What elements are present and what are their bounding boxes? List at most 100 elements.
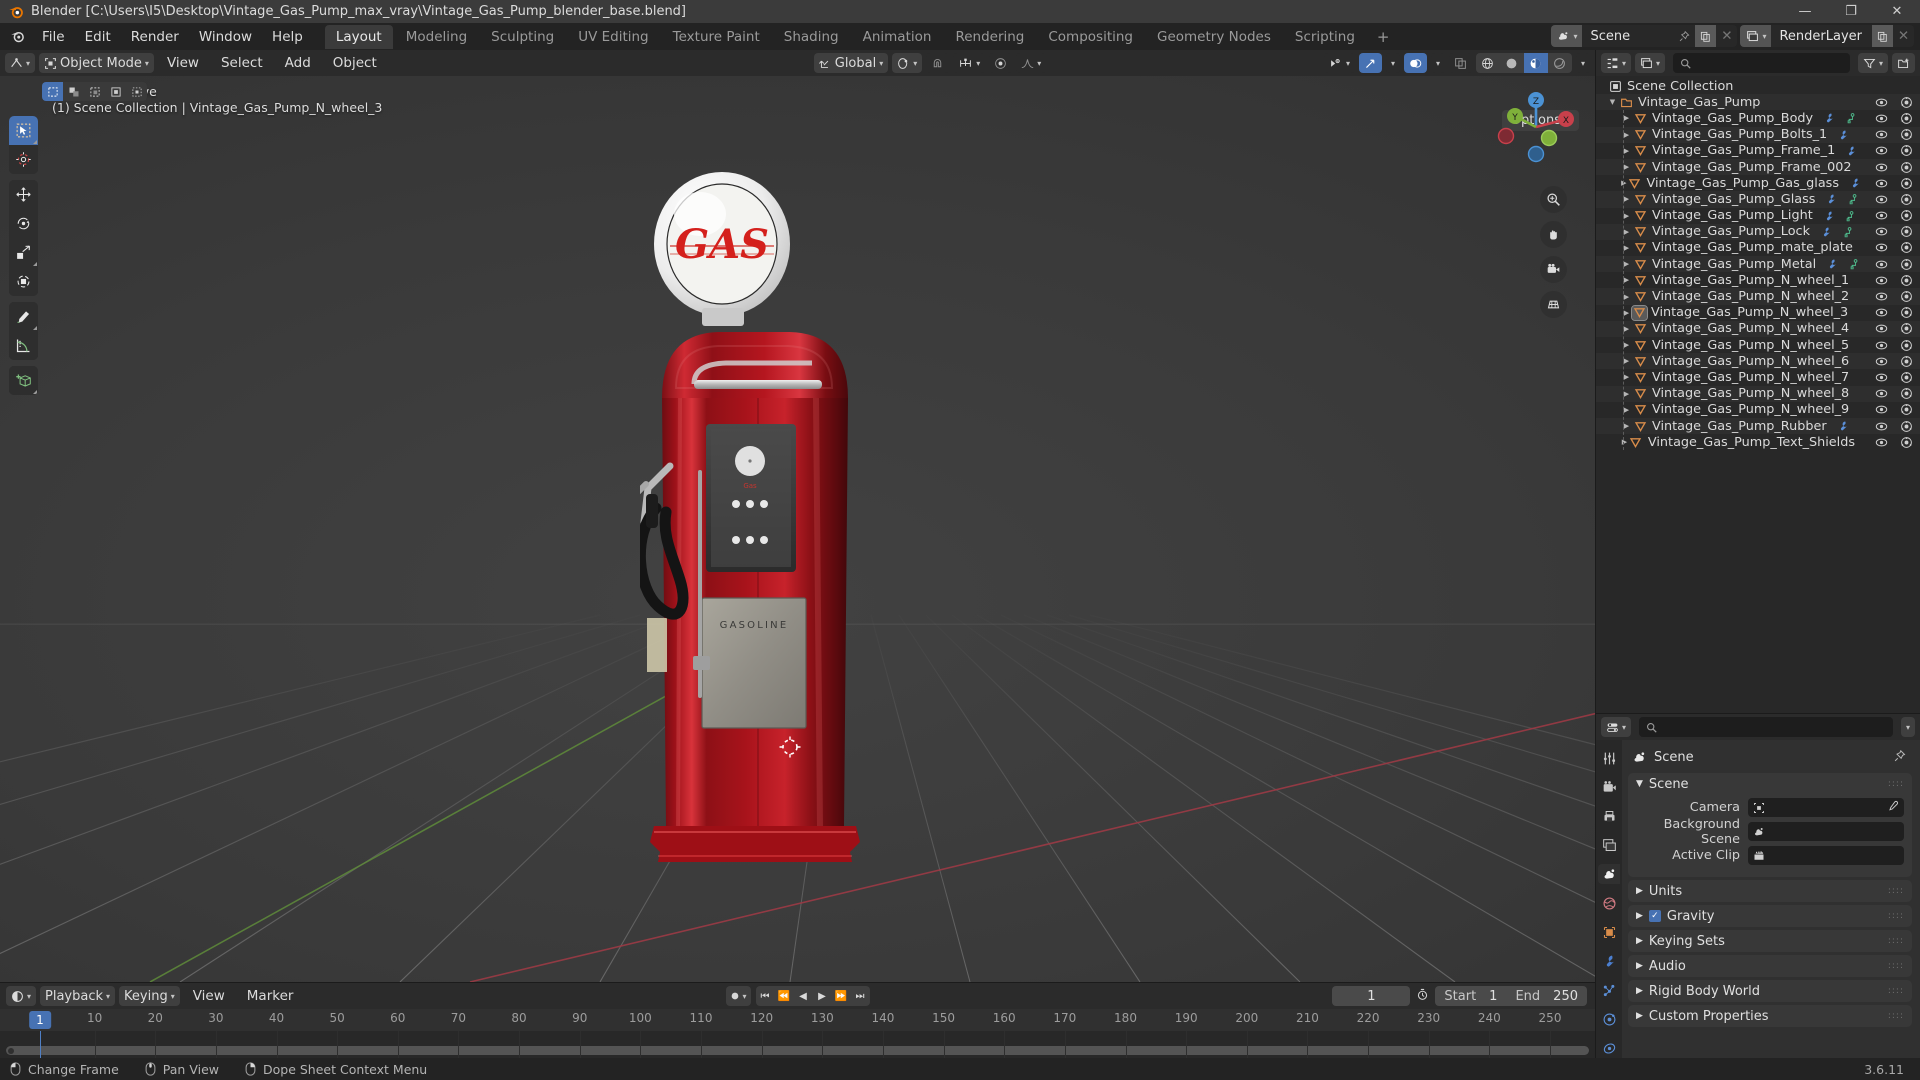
visibility-selectability-dropdown[interactable]: ▾ (1323, 53, 1355, 73)
end-value[interactable]: 250 (1544, 989, 1587, 1004)
tab-object-icon[interactable] (1598, 922, 1620, 942)
add-workspace-button[interactable]: + (1368, 25, 1399, 49)
tool-measure[interactable] (9, 331, 38, 360)
table-row[interactable]: ▶ Vintage_Gas_Pump_N_wheel_5 (1596, 337, 1920, 353)
pin-scene-icon[interactable] (1674, 25, 1695, 47)
table-row[interactable]: ▶ Vintage_Gas_Pump_Metal (1596, 256, 1920, 273)
table-row[interactable]: ▶ Vintage_Gas_Pump_N_wheel_8 (1596, 385, 1920, 402)
background-scene-field[interactable] (1748, 822, 1904, 841)
tab-sculpting[interactable]: Sculpting (480, 25, 565, 49)
table-row[interactable]: ▶ Vintage_Gas_Pump_Body (1596, 110, 1920, 126)
tab-world-icon[interactable] (1598, 893, 1620, 913)
viewport-menu-object[interactable]: Object (324, 53, 386, 73)
tool-cursor[interactable] (9, 145, 38, 174)
gizmo-options-dropdown[interactable]: ▾ (1385, 53, 1400, 73)
timeline-menu-marker[interactable]: Marker (238, 986, 303, 1006)
panel-drag-dots[interactable]: :::: (1888, 886, 1904, 896)
shading-material-preview-button[interactable] (1523, 53, 1548, 73)
panel-keying-sets-header[interactable]: ▶ Keying Sets :::: (1628, 930, 1912, 952)
menu-render[interactable]: Render (121, 26, 189, 48)
outliner-editor-type-button[interactable]: ▾ (1601, 53, 1632, 73)
panel-drag-dots[interactable]: :::: (1888, 986, 1904, 996)
tab-tool-icon[interactable] (1598, 748, 1620, 768)
table-row[interactable]: ▶ Vintage_Gas_Pump_Rubber (1596, 417, 1920, 435)
tab-geometry-nodes[interactable]: Geometry Nodes (1146, 25, 1282, 49)
timeline-keying-popover[interactable]: Keying ▾ (119, 986, 180, 1006)
scene-selector[interactable]: ▾ Scene ✕ (1551, 25, 1738, 47)
panel-drag-dots[interactable]: :::: (1888, 961, 1904, 971)
table-row[interactable]: ▶ Vintage_Gas_Pump_Light (1596, 208, 1920, 224)
timeline-horizontal-scrollbar[interactable] (6, 1046, 1589, 1055)
use-preview-range-icon[interactable] (1414, 988, 1431, 1005)
tab-particles-icon[interactable] (1598, 980, 1620, 1000)
tab-modeling[interactable]: Modeling (395, 25, 478, 49)
play-button[interactable]: ▶ (813, 986, 832, 1006)
tab-scripting[interactable]: Scripting (1284, 25, 1366, 49)
panel-drag-dots[interactable]: :::: (1888, 1011, 1904, 1021)
select-subtract-mode[interactable] (84, 82, 105, 101)
remove-viewlayer-icon[interactable]: ✕ (1893, 25, 1914, 47)
tab-compositing[interactable]: Compositing (1037, 25, 1144, 49)
timeline-menu-view[interactable]: View (184, 986, 234, 1006)
tab-texture-paint[interactable]: Texture Paint (662, 25, 771, 49)
viewport-menu-view[interactable]: View (158, 53, 208, 73)
outliner-display-mode-dropdown[interactable]: ▾ (1635, 53, 1666, 73)
outliner-search-input[interactable] (1673, 53, 1850, 73)
tab-output-icon[interactable] (1598, 806, 1620, 826)
outliner-row-scene-collection[interactable]: Scene Collection (1596, 78, 1920, 94)
timeline-track[interactable] (0, 1031, 1595, 1058)
tab-render-icon[interactable] (1598, 777, 1620, 797)
tool-move[interactable] (9, 180, 38, 209)
timeline-editor-type-button[interactable]: ▾ (6, 986, 37, 1006)
panel-drag-dots[interactable]: :::: (1888, 936, 1904, 946)
tab-shading[interactable]: Shading (773, 25, 850, 49)
frame-range-field[interactable]: Start 1 End 250 (1435, 986, 1587, 1006)
tab-scene-icon[interactable] (1598, 864, 1620, 884)
jump-to-end-button[interactable]: ⏭ (851, 986, 870, 1006)
toggle-ortho-perspective-icon[interactable] (1540, 291, 1567, 318)
eyedropper-icon[interactable] (1887, 800, 1899, 816)
panel-drag-dots[interactable]: :::: (1888, 911, 1904, 921)
viewport-menu-select[interactable]: Select (212, 53, 272, 73)
panel-units-header[interactable]: ▶ Units :::: (1628, 880, 1912, 902)
tab-layout[interactable]: Layout (324, 24, 393, 49)
new-collection-button[interactable] (1892, 53, 1915, 73)
properties-options-dropdown[interactable]: ▾ (1900, 717, 1915, 737)
table-row[interactable]: ▶ Vintage_Gas_Pump_N_wheel_4 (1596, 320, 1920, 337)
tab-uv-editing[interactable]: UV Editing (567, 25, 659, 49)
panel-rigid-body-world-header[interactable]: ▶ Rigid Body World :::: (1628, 980, 1912, 1002)
table-row[interactable]: ▶ Vintage_Gas_Pump_N_wheel_2 (1596, 288, 1920, 305)
navigation-gizmo[interactable]: Z X Y (1495, 86, 1577, 168)
select-intersect-mode[interactable] (126, 82, 147, 101)
viewlayer-browse-icon[interactable]: ▾ (1740, 25, 1772, 47)
menu-window[interactable]: Window (189, 26, 262, 48)
start-value[interactable]: 1 (1480, 989, 1506, 1004)
panel-gravity-header[interactable]: ▶ Gravity :::: (1628, 905, 1912, 927)
snap-magnet-icon[interactable] (926, 53, 950, 73)
menu-file[interactable]: File (32, 26, 75, 48)
tool-annotate[interactable] (9, 302, 38, 331)
disclosure-triangle-icon[interactable]: ▼ (1607, 98, 1618, 106)
panel-scene-header[interactable]: ▼ Scene :::: (1628, 773, 1912, 795)
tab-modifiers-icon[interactable] (1598, 951, 1620, 971)
shading-solid-button[interactable] (1499, 53, 1524, 73)
select-extend-mode[interactable] (63, 82, 84, 101)
scene-name[interactable]: Scene (1582, 29, 1674, 44)
table-row[interactable]: ▶ Vintage_Gas_Pump_N_wheel_7 (1596, 369, 1920, 385)
snap-target-dropdown[interactable]: ▾ (953, 53, 986, 73)
viewport-canvas[interactable]: GAS Gas GASOLINE (1) Scene Collection | … (0, 76, 1595, 982)
active-clip-field[interactable] (1748, 846, 1904, 865)
tool-add-cube[interactable] (9, 366, 38, 395)
outliner-row-collection[interactable]: ▼ Vintage_Gas_Pump (1596, 94, 1920, 111)
camera-view-icon[interactable] (1540, 256, 1567, 283)
pan-view-icon[interactable] (1540, 221, 1567, 248)
xray-toggle[interactable] (1448, 53, 1472, 73)
table-row[interactable]: ▶ Vintage_Gas_Pump_N_wheel_6 (1596, 353, 1920, 370)
table-row[interactable]: ▶ Vintage_Gas_Pump_N_wheel_9 (1596, 402, 1920, 418)
proportional-falloff-dropdown[interactable]: ▾ (1016, 53, 1047, 73)
viewlayer-selector[interactable]: ▾ RenderLayer ✕ (1740, 25, 1914, 47)
shading-rendered-button[interactable] (1547, 53, 1572, 73)
tool-transform[interactable] (9, 267, 38, 296)
remove-scene-icon[interactable]: ✕ (1716, 25, 1737, 47)
menu-help[interactable]: Help (262, 26, 313, 48)
